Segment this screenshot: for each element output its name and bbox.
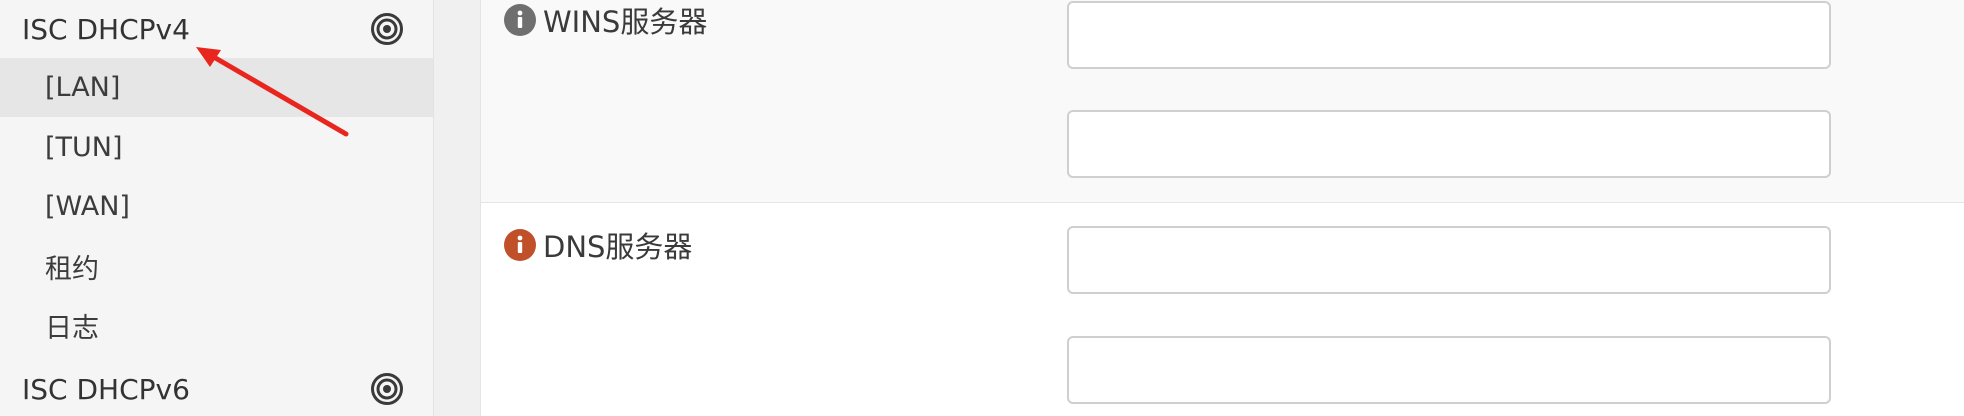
target-icon (371, 373, 403, 405)
sidebar-section-isc-dhcpv4[interactable]: ISC DHCPv4 (0, 0, 433, 58)
sidebar-item-label: 租约 (45, 254, 99, 285)
sidebar-item-label: [LAN] (45, 72, 121, 103)
dns-server-label: DNS服务器 (543, 230, 693, 264)
dns-server-input-1[interactable] (1067, 226, 1831, 294)
sidebar-item-label: [WAN] (45, 191, 130, 222)
target-icon (371, 13, 403, 45)
sidebar-section-label: ISC DHCPv4 (22, 12, 190, 46)
dns-server-row: DNS服务器 (481, 203, 1964, 416)
wins-server-input-1[interactable] (1067, 1, 1831, 69)
wins-server-label-group: WINS服务器 (504, 0, 707, 40)
content-gutter (434, 0, 481, 416)
sidebar-item-label: [TUN] (45, 132, 123, 163)
sidebar-section-isc-dhcpv6[interactable]: ISC DHCPv6 (0, 360, 433, 416)
wins-server-row: WINS服务器 (481, 0, 1964, 202)
sidebar-item-tun[interactable]: [TUN] (0, 118, 433, 177)
sidebar-item-label: 日志 (45, 313, 99, 344)
sidebar-section-label: ISC DHCPv6 (22, 372, 190, 406)
dhcp-settings-page: ISC DHCPv4 [LAN] [TUN] [WAN] 租约 日志 ISC D… (0, 0, 1964, 416)
info-icon[interactable] (504, 229, 536, 261)
sidebar-item-wan[interactable]: [WAN] (0, 177, 433, 236)
dns-server-label-group: DNS服务器 (504, 225, 692, 265)
sidebar-item-leases[interactable]: 租约 (0, 237, 433, 296)
wins-server-input-2[interactable] (1067, 110, 1831, 178)
sidebar-item-log[interactable]: 日志 (0, 296, 433, 355)
form-panel: WINS服务器 DNS服务器 (481, 0, 1964, 416)
sidebar: ISC DHCPv4 [LAN] [TUN] [WAN] 租约 日志 ISC D… (0, 0, 434, 416)
wins-server-label: WINS服务器 (543, 5, 708, 39)
dns-server-input-2[interactable] (1067, 336, 1831, 404)
sidebar-item-lan[interactable]: [LAN] (0, 58, 433, 117)
info-icon[interactable] (504, 4, 536, 36)
